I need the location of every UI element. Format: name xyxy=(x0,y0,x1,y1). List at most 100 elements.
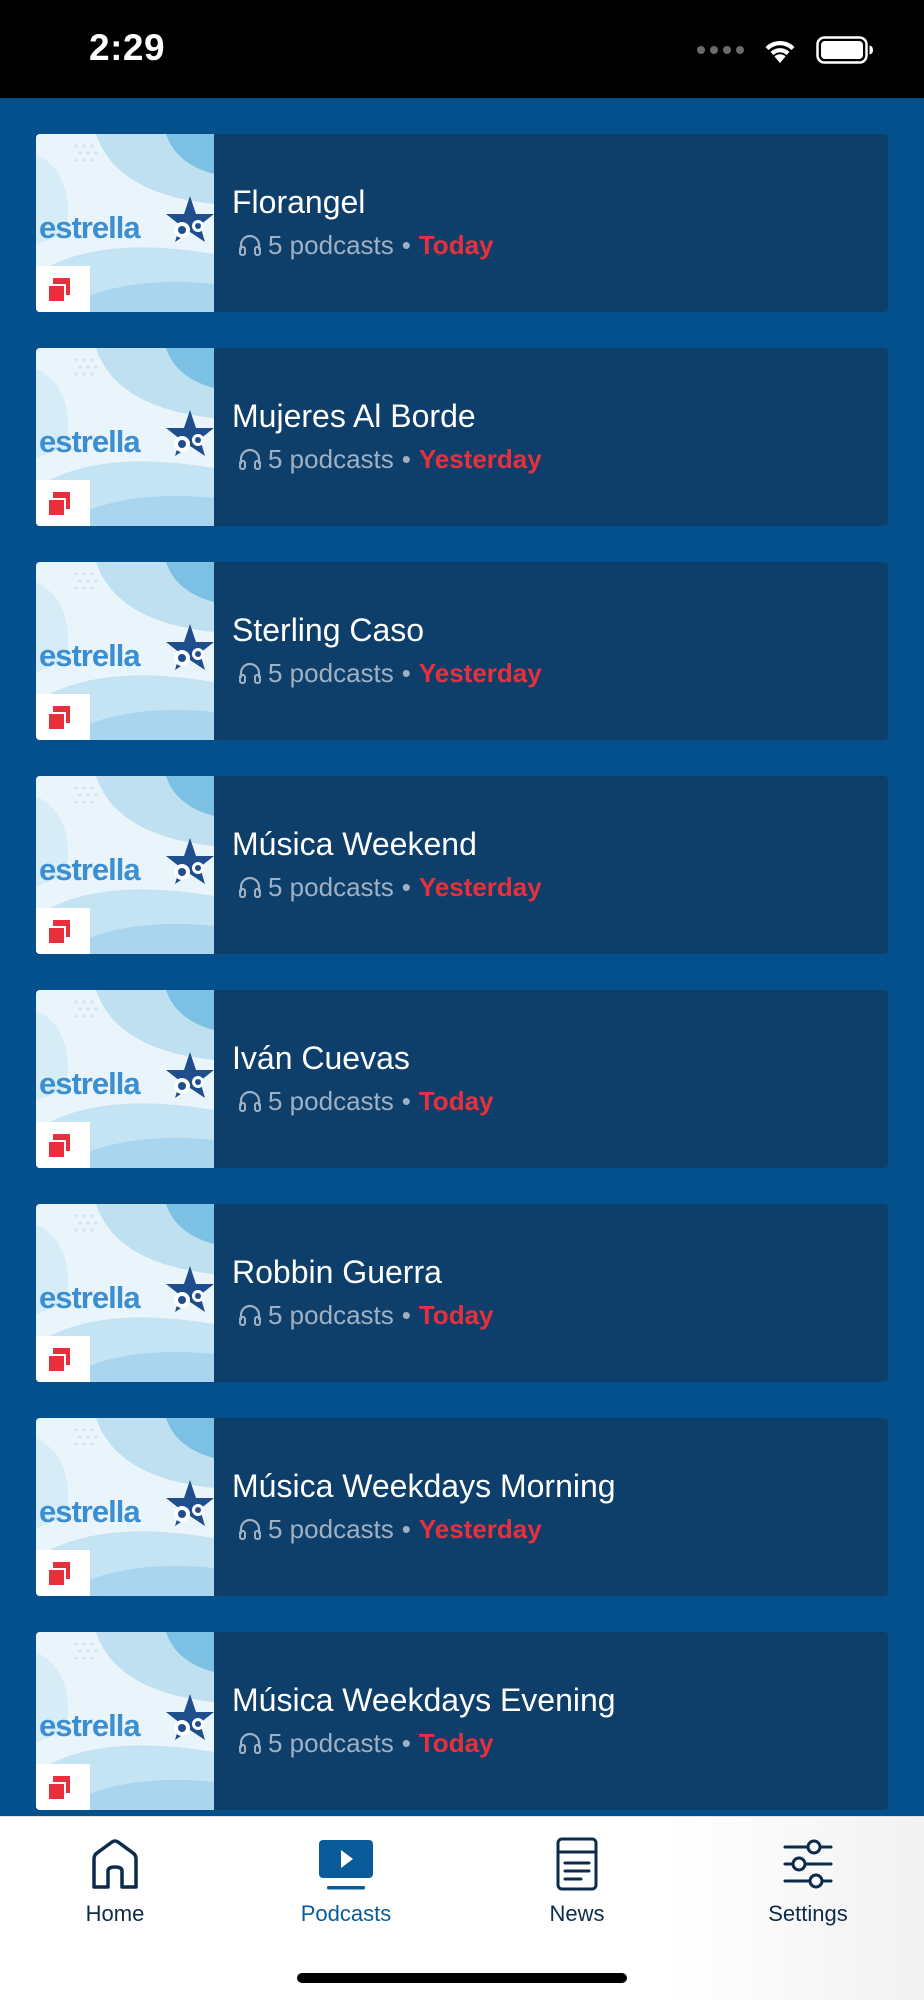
podcast-card[interactable]: estrella Florangel 5 podcasts • Today xyxy=(36,134,888,312)
podcast-thumbnail: estrella xyxy=(36,1418,214,1596)
meta-separator: • xyxy=(401,1086,411,1116)
podcast-thumbnail: estrella xyxy=(36,562,214,740)
svg-text:estrella: estrella xyxy=(39,1708,141,1743)
podcast-card[interactable]: estrella Robbin Guerra 5 podcasts • Toda… xyxy=(36,1204,888,1382)
home-icon xyxy=(92,1839,138,1889)
podcast-info: Sterling Caso 5 podcasts • Yesterday xyxy=(214,562,542,740)
tab-podcasts-label: Podcasts xyxy=(300,1901,392,1926)
tab-bar: Home Podcasts News Settings xyxy=(0,1816,924,2000)
podcasts-icon xyxy=(319,1840,373,1890)
podcast-count: 5 podcasts xyxy=(268,1728,394,1758)
podcasts-screen: 2:29 estrella Florangel 5 podcasts • Tod… xyxy=(0,0,924,2000)
podcast-info: Música Weekdays Morning 5 podcasts • Yes… xyxy=(214,1418,616,1596)
podcast-thumbnail: estrella xyxy=(36,776,214,954)
status-icons xyxy=(697,34,874,66)
home-indicator xyxy=(297,1973,627,1983)
status-bar: 2:29 xyxy=(0,0,924,98)
podcast-meta: 5 podcasts • Today xyxy=(232,1086,494,1116)
podcast-count: 5 podcasts xyxy=(268,444,394,474)
podcast-title: Sterling Caso xyxy=(232,612,425,648)
podcast-date: Yesterday xyxy=(418,658,542,688)
svg-text:estrella: estrella xyxy=(39,210,141,245)
podcast-title: Robbin Guerra xyxy=(232,1254,442,1290)
podcast-info: Mujeres Al Borde 5 podcasts • Yesterday xyxy=(214,348,542,526)
headphones-icon xyxy=(239,1090,261,1112)
podcast-info: Florangel 5 podcasts • Today xyxy=(214,134,494,312)
settings-icon xyxy=(783,1839,833,1889)
headphones-icon xyxy=(239,234,261,256)
podcast-title: Música Weekend xyxy=(232,826,477,862)
podcast-card[interactable]: estrella Iván Cuevas 5 podcasts • Today xyxy=(36,990,888,1168)
wifi-icon xyxy=(765,40,795,63)
tab-settings-label: Settings xyxy=(768,1901,848,1926)
meta-separator: • xyxy=(401,1514,411,1544)
tab-settings[interactable]: Settings xyxy=(718,1833,898,1943)
headphones-icon xyxy=(239,1304,261,1326)
tab-podcasts[interactable]: Podcasts xyxy=(256,1833,436,1943)
podcast-thumbnail: estrella xyxy=(36,1632,214,1810)
tab-news[interactable]: News xyxy=(487,1833,667,1943)
podcast-title: Mujeres Al Borde xyxy=(232,398,476,434)
podcast-card[interactable]: estrella Sterling Caso 5 podcasts • Yest… xyxy=(36,562,888,740)
podcast-date: Yesterday xyxy=(418,872,542,902)
podcast-thumbnail: estrella xyxy=(36,990,214,1168)
meta-separator: • xyxy=(401,1728,411,1758)
svg-text:estrella: estrella xyxy=(39,1280,141,1315)
podcast-info: Iván Cuevas 5 podcasts • Today xyxy=(214,990,494,1168)
meta-separator: • xyxy=(401,230,411,260)
headphones-icon xyxy=(239,1518,261,1540)
tab-news-label: News xyxy=(549,1901,605,1926)
podcast-title: Música Weekdays Morning xyxy=(232,1468,616,1504)
podcast-date: Today xyxy=(418,1086,494,1116)
podcast-card[interactable]: estrella Música Weekend 5 podcasts • Yes… xyxy=(36,776,888,954)
podcast-info: Música Weekdays Evening 5 podcasts • Tod… xyxy=(214,1632,616,1810)
battery-icon xyxy=(816,36,873,64)
svg-text:estrella: estrella xyxy=(39,852,141,887)
news-icon xyxy=(556,1837,598,1891)
podcast-list: estrella Florangel 5 podcasts • Today es… xyxy=(0,98,924,1816)
podcast-count: 5 podcasts xyxy=(268,1086,394,1116)
meta-separator: • xyxy=(401,444,411,474)
tab-home[interactable]: Home xyxy=(25,1833,205,1943)
status-time: 2:29 xyxy=(89,27,166,68)
podcast-meta: 5 podcasts • Yesterday xyxy=(232,658,542,688)
podcast-meta: 5 podcasts • Yesterday xyxy=(232,444,542,474)
headphones-icon xyxy=(239,1732,261,1754)
meta-separator: • xyxy=(401,872,411,902)
svg-text:estrella: estrella xyxy=(39,1494,141,1529)
podcast-count: 5 podcasts xyxy=(268,1514,394,1544)
podcast-meta: 5 podcasts • Today xyxy=(232,1300,494,1330)
podcast-meta: 5 podcasts • Yesterday xyxy=(232,872,542,902)
headphones-icon xyxy=(239,876,261,898)
podcast-card[interactable]: estrella Música Weekdays Evening 5 podca… xyxy=(36,1632,888,1810)
meta-separator: • xyxy=(401,1300,411,1330)
podcast-date: Yesterday xyxy=(418,444,542,474)
podcast-meta: 5 podcasts • Yesterday xyxy=(232,1514,616,1544)
podcast-date: Today xyxy=(418,1728,494,1758)
podcast-title: Florangel xyxy=(232,184,366,220)
podcast-count: 5 podcasts xyxy=(268,658,394,688)
podcast-count: 5 podcasts xyxy=(268,230,394,260)
svg-text:estrella: estrella xyxy=(39,1066,141,1101)
tab-home-label: Home xyxy=(85,1901,145,1926)
headphones-icon xyxy=(239,662,261,684)
podcast-date: Today xyxy=(418,1300,494,1330)
podcast-count: 5 podcasts xyxy=(268,1300,394,1330)
podcast-thumbnail: estrella xyxy=(36,134,214,312)
podcast-date: Yesterday xyxy=(418,1514,542,1544)
podcast-thumbnail: estrella xyxy=(36,1204,214,1382)
podcast-count: 5 podcasts xyxy=(268,872,394,902)
podcast-title: Música Weekdays Evening xyxy=(232,1682,616,1718)
podcast-title: Iván Cuevas xyxy=(232,1040,410,1076)
svg-text:estrella: estrella xyxy=(39,638,141,673)
podcast-meta: 5 podcasts • Today xyxy=(232,1728,616,1758)
podcast-card[interactable]: estrella Mujeres Al Borde 5 podcasts • Y… xyxy=(36,348,888,526)
meta-separator: • xyxy=(401,658,411,688)
podcast-thumbnail: estrella xyxy=(36,348,214,526)
podcast-meta: 5 podcasts • Today xyxy=(232,230,494,260)
headphones-icon xyxy=(239,448,261,470)
podcast-date: Today xyxy=(418,230,494,260)
podcast-card[interactable]: estrella Música Weekdays Morning 5 podca… xyxy=(36,1418,888,1596)
svg-text:estrella: estrella xyxy=(39,424,141,459)
podcast-info: Robbin Guerra 5 podcasts • Today xyxy=(214,1204,494,1382)
